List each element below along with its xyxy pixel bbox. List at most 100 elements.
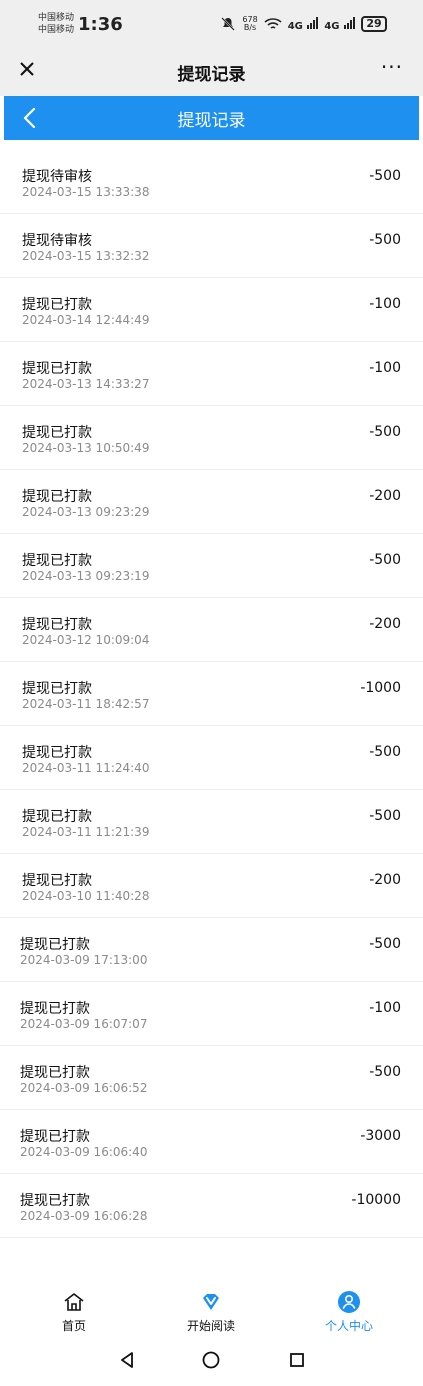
record-amount: -200 bbox=[369, 488, 401, 504]
signal-bars-icon bbox=[344, 16, 355, 29]
status-icons: 678 B/s 4G 4G 29 bbox=[220, 15, 387, 33]
tab-profile[interactable]: 个人中心 bbox=[289, 1290, 409, 1336]
status-bar: 中国移动 中国移动 1:36 678 B/s 4G 4G 29 bbox=[0, 0, 423, 46]
record-amount: -100 bbox=[369, 360, 401, 376]
record-date: 2024-03-15 13:32:32 bbox=[22, 249, 150, 263]
record-amount: -500 bbox=[369, 552, 401, 568]
battery-level: 29 bbox=[366, 17, 382, 30]
tab-home-label: 首页 bbox=[61, 1319, 86, 1333]
tab-home[interactable]: 首页 bbox=[14, 1290, 134, 1336]
carrier-info: 中国移动 中国移动 bbox=[38, 12, 74, 36]
record-amount: -500 bbox=[369, 936, 401, 952]
record-row[interactable]: 提现已打款 2024-03-09 17:13:00 -500 bbox=[0, 918, 423, 982]
record-row[interactable]: 提现已打款 2024-03-10 11:40:28 -200 bbox=[0, 854, 423, 918]
signal-1-label: 4G bbox=[287, 20, 303, 32]
record-date: 2024-03-14 12:44:49 bbox=[22, 313, 150, 327]
record-amount: -3000 bbox=[360, 1128, 401, 1144]
wifi-icon bbox=[264, 18, 282, 29]
record-row[interactable]: 提现已打款 2024-03-09 16:06:28 -10000 bbox=[0, 1174, 423, 1238]
tab-profile-label: 个人中心 bbox=[324, 1319, 373, 1333]
record-title: 提现已打款 bbox=[22, 553, 92, 569]
record-date: 2024-03-15 13:33:38 bbox=[22, 185, 150, 199]
signal-bars-icon bbox=[307, 16, 319, 29]
signal-1: 4G bbox=[287, 16, 319, 32]
user-icon bbox=[338, 1291, 360, 1313]
browser-title: 提现记录 bbox=[177, 65, 246, 85]
record-row[interactable]: 提现已打款 2024-03-12 10:09:04 -200 bbox=[0, 598, 423, 662]
nav-back-icon[interactable] bbox=[117, 1350, 137, 1370]
record-date: 2024-03-10 11:40:28 bbox=[22, 889, 150, 903]
status-time: 1:36 bbox=[78, 14, 123, 35]
record-amount: -100 bbox=[369, 296, 401, 312]
home-icon bbox=[64, 1293, 84, 1311]
record-date: 2024-03-13 14:33:27 bbox=[22, 377, 150, 391]
record-amount: -500 bbox=[369, 1064, 401, 1080]
record-date: 2024-03-09 16:06:40 bbox=[20, 1145, 148, 1159]
nav-recent-icon[interactable] bbox=[287, 1350, 307, 1370]
mute-icon bbox=[221, 17, 236, 31]
record-amount: -500 bbox=[369, 232, 401, 248]
diamond-v-icon bbox=[203, 1294, 219, 1310]
record-title: 提现已打款 bbox=[22, 873, 92, 889]
record-row[interactable]: 提现已打款 2024-03-09 16:06:40 -3000 bbox=[0, 1110, 423, 1174]
record-amount: -500 bbox=[369, 744, 401, 760]
battery-indicator: 29 bbox=[361, 16, 387, 32]
carrier-line-1: 中国移动 bbox=[38, 13, 75, 23]
record-title: 提现已打款 bbox=[22, 809, 92, 825]
app-header: 提现记录 bbox=[4, 96, 419, 140]
record-row[interactable]: 提现已打款 2024-03-13 09:23:19 -500 bbox=[0, 534, 423, 598]
record-title: 提现已打款 bbox=[22, 425, 92, 441]
record-title: 提现已打款 bbox=[20, 1193, 90, 1209]
record-row[interactable]: 提现已打款 2024-03-09 16:07:07 -100 bbox=[0, 982, 423, 1046]
record-title: 提现已打款 bbox=[22, 361, 92, 377]
record-row[interactable]: 提现已打款 2024-03-13 10:50:49 -500 bbox=[0, 406, 423, 470]
network-speed-unit: B/s bbox=[243, 23, 257, 32]
record-date: 2024-03-12 10:09:04 bbox=[22, 633, 150, 647]
tab-start-reading[interactable]: 开始阅读 bbox=[151, 1290, 271, 1336]
record-row[interactable]: 提现待审核 2024-03-15 13:32:32 -500 bbox=[0, 214, 423, 278]
record-date: 2024-03-09 17:13:00 bbox=[20, 953, 148, 967]
phone-screen: 中国移动 中国移动 1:36 678 B/s 4G 4G 29 提现记录 ···… bbox=[0, 0, 423, 1386]
bottom-tab-bar: 首页 开始阅读 个人中心 bbox=[0, 1290, 423, 1336]
record-title: 提现待审核 bbox=[22, 169, 92, 185]
record-title: 提现已打款 bbox=[20, 1129, 90, 1145]
system-navigation-bar bbox=[0, 1344, 423, 1374]
record-date: 2024-03-13 10:50:49 bbox=[22, 441, 150, 455]
record-row[interactable]: 提现已打款 2024-03-11 11:21:39 -500 bbox=[0, 790, 423, 854]
record-amount: -500 bbox=[369, 808, 401, 824]
record-row[interactable]: 提现已打款 2024-03-13 14:33:27 -100 bbox=[0, 342, 423, 406]
record-amount: -200 bbox=[369, 616, 401, 632]
tab-start-reading-label: 开始阅读 bbox=[186, 1319, 235, 1333]
record-date: 2024-03-09 16:06:52 bbox=[20, 1081, 148, 1095]
record-title: 提现已打款 bbox=[22, 489, 92, 505]
nav-home-icon[interactable] bbox=[201, 1350, 221, 1370]
record-title: 提现已打款 bbox=[20, 1065, 90, 1081]
record-amount: -10000 bbox=[351, 1192, 401, 1208]
record-date: 2024-03-09 16:07:07 bbox=[20, 1017, 148, 1031]
record-row[interactable]: 提现已打款 2024-03-14 12:44:49 -100 bbox=[0, 278, 423, 342]
record-amount: -500 bbox=[369, 168, 401, 184]
record-row[interactable]: 提现待审核 2024-03-15 13:33:38 -500 bbox=[0, 150, 423, 214]
record-row[interactable]: 提现已打款 2024-03-11 18:42:57 -1000 bbox=[0, 662, 423, 726]
more-options-button[interactable]: ··· bbox=[381, 55, 403, 79]
record-title: 提现已打款 bbox=[22, 617, 92, 633]
page-title: 提现记录 bbox=[177, 111, 246, 131]
record-amount: -1000 bbox=[360, 680, 401, 696]
record-date: 2024-03-11 11:24:40 bbox=[22, 761, 150, 775]
record-row[interactable]: 提现已打款 2024-03-09 16:06:52 -500 bbox=[0, 1046, 423, 1110]
record-amount: -200 bbox=[369, 872, 401, 888]
record-row[interactable]: 提现已打款 2024-03-11 11:24:40 -500 bbox=[0, 726, 423, 790]
record-title: 提现已打款 bbox=[20, 937, 90, 953]
withdrawal-record-list: 提现待审核 2024-03-15 13:33:38 -500 提现待审核 202… bbox=[0, 150, 423, 1238]
record-title: 提现已打款 bbox=[22, 681, 92, 697]
record-title: 提现已打款 bbox=[22, 297, 92, 313]
record-date: 2024-03-13 09:23:29 bbox=[22, 505, 150, 519]
browser-top-bar: 提现记录 ··· bbox=[0, 46, 423, 96]
record-date: 2024-03-11 11:21:39 bbox=[22, 825, 150, 839]
record-amount: -500 bbox=[369, 424, 401, 440]
record-title: 提现待审核 bbox=[22, 233, 92, 249]
signal-2: 4G bbox=[324, 16, 355, 32]
record-date: 2024-03-13 09:23:19 bbox=[22, 569, 150, 583]
record-date: 2024-03-11 18:42:57 bbox=[22, 697, 150, 711]
record-row[interactable]: 提现已打款 2024-03-13 09:23:29 -200 bbox=[0, 470, 423, 534]
